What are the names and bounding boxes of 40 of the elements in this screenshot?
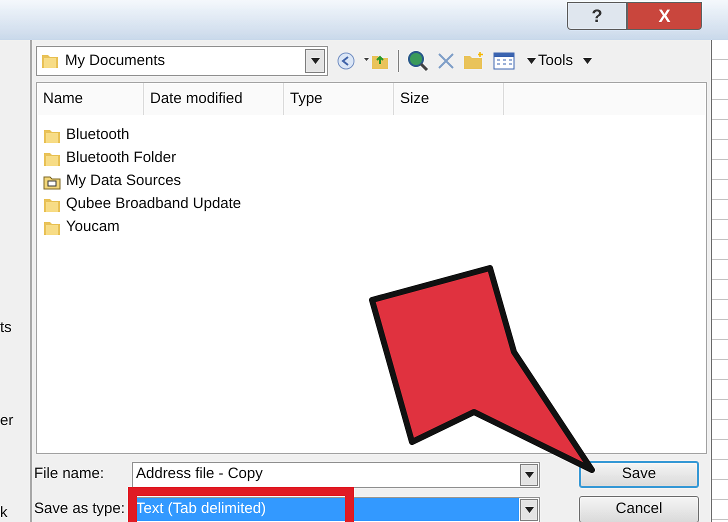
column-header[interactable]: Type [284,83,394,115]
file-item[interactable]: Bluetooth [66,124,130,147]
folder-icon [43,150,61,166]
file-item[interactable]: Youcam [66,216,120,239]
save-as-type-value: Text (Tab delimited) [136,498,519,521]
column-header[interactable]: Size [394,83,504,115]
dropdown-button[interactable] [305,49,325,73]
help-button[interactable]: ? [567,2,627,30]
cancel-button[interactable]: Cancel [579,496,699,522]
file-item[interactable]: Qubee Broadband Update [66,193,242,216]
file-name-field[interactable]: Address file - Copy [132,462,540,488]
folder-icon [43,196,61,212]
caret-icon [524,506,534,512]
close-button[interactable]: X [627,2,702,30]
folder-icon [43,220,61,236]
look-in-value: My Documents [65,50,166,71]
look-in-field[interactable]: My Documents [36,46,328,76]
dropdown-button[interactable] [520,464,538,486]
sidebar-item[interactable]: ts [0,317,12,340]
save-as-type-label: Save as type: [33,499,126,520]
file-name-value: Address file - Copy [136,464,264,484]
file-item[interactable]: Bluetooth Folder [66,147,176,170]
caret-icon [583,58,592,64]
back-icon[interactable] [336,51,356,71]
save-button[interactable]: Save [579,461,699,488]
sidebar-item[interactable]: k [0,502,8,522]
column-header[interactable]: Name [37,83,144,115]
sidebar-item[interactable]: er [0,410,14,432]
file-item[interactable]: My Data Sources [66,170,182,193]
folder-icon [43,174,61,190]
caret-icon [527,58,536,64]
tools-menu[interactable]: Tools [527,50,592,72]
column-header[interactable]: Date modified [144,83,284,115]
caret-icon [310,58,320,64]
folder-icon [43,128,61,144]
view-icon[interactable] [493,52,515,70]
file-name-label: File name: [33,464,106,484]
search-icon[interactable] [407,50,429,72]
dropdown-button[interactable] [520,498,538,520]
folder-icon [41,53,59,69]
